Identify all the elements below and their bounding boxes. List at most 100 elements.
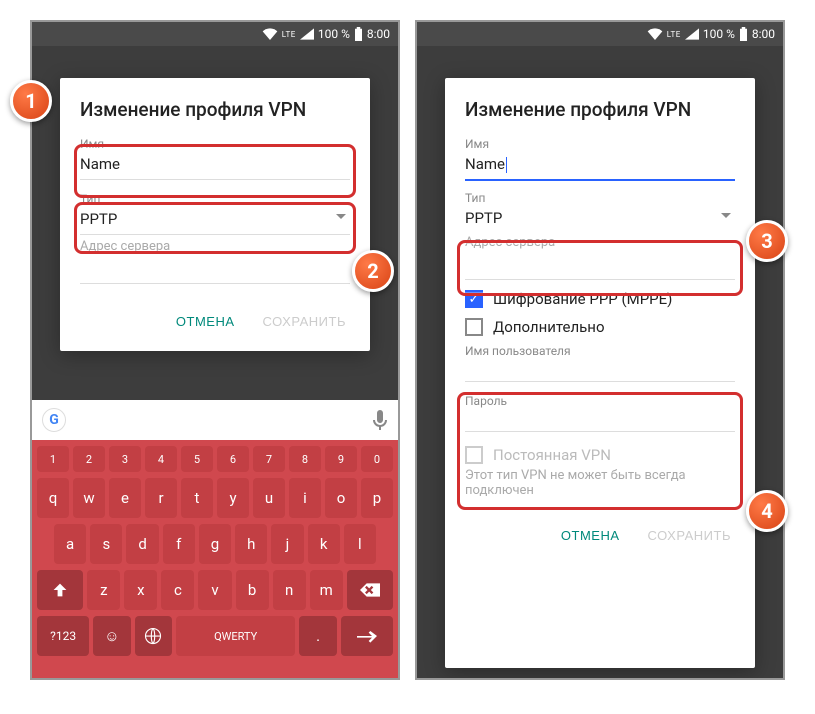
server-underline — [80, 260, 350, 284]
type-dropdown[interactable]: PPTP — [80, 206, 350, 235]
type-dropdown[interactable]: PPTP — [465, 205, 735, 227]
key-g[interactable]: g — [199, 524, 231, 564]
key-v[interactable]: v — [198, 570, 231, 610]
key-h[interactable]: h — [235, 524, 267, 564]
dialog-title: Изменение профиля VPN — [465, 98, 735, 121]
battery-text: 100 % — [703, 27, 735, 41]
phone-right: LTE 100 % 8:00 Изменение профиля VPN Имя… — [415, 20, 785, 680]
key-6[interactable]: 6 — [217, 446, 249, 472]
status-bar: LTE 100 % 8:00 — [417, 22, 783, 46]
globe-key[interactable] — [135, 616, 172, 656]
marker-2: 2 — [352, 250, 394, 292]
keyboard-bottom-row: ?123 ☺ QWERTY . — [32, 613, 398, 659]
key-p[interactable]: p — [361, 478, 393, 518]
name-value: Name — [465, 155, 505, 173]
marker-4: 4 — [746, 490, 788, 532]
battery-text: 100 % — [318, 27, 350, 41]
advanced-checkbox[interactable] — [465, 318, 483, 336]
signal-icon — [685, 28, 699, 40]
key-a[interactable]: a — [54, 524, 86, 564]
type-label: Тип — [465, 191, 735, 205]
key-i[interactable]: i — [289, 478, 321, 518]
server-label[interactable]: Адрес сервера — [465, 231, 735, 256]
dialog-buttons: ОТМЕНА СОХРАНИТЬ — [465, 514, 735, 557]
name-label: Имя — [465, 137, 735, 151]
symbols-key[interactable]: ?123 — [37, 616, 89, 656]
marker-3: 3 — [746, 220, 788, 262]
key-1[interactable]: 1 — [37, 446, 69, 472]
key-3[interactable]: 3 — [109, 446, 141, 472]
cancel-button[interactable]: ОТМЕНА — [172, 308, 239, 335]
clock: 8:00 — [752, 27, 775, 41]
battery-icon — [739, 27, 748, 41]
key-m[interactable]: m — [310, 570, 343, 610]
username-input[interactable] — [465, 358, 735, 382]
mppe-checkbox-row[interactable]: Шифрование PPP (MPPE) — [465, 290, 735, 308]
advanced-checkbox-row[interactable]: Дополнительно — [465, 318, 735, 336]
shift-key[interactable] — [37, 570, 83, 610]
key-l[interactable]: l — [344, 524, 376, 564]
save-button[interactable]: СОХРАНИТЬ — [259, 308, 350, 335]
key-0[interactable]: 0 — [361, 446, 393, 472]
key-x[interactable]: x — [124, 570, 157, 610]
google-icon[interactable]: G — [42, 408, 66, 432]
clock: 8:00 — [367, 27, 390, 41]
key-7[interactable]: 7 — [253, 446, 285, 472]
always-on-row: Постоянная VPN — [465, 446, 735, 464]
signal-icon — [300, 28, 314, 40]
key-q[interactable]: q — [37, 478, 69, 518]
battery-icon — [354, 27, 363, 41]
keyboard[interactable]: G 1234567890 qwertyuiop asdfghjkl zxcvbn… — [32, 400, 398, 678]
dialog-buttons: ОТМЕНА СОХРАНИТЬ — [80, 300, 350, 343]
chevron-down-icon — [721, 213, 731, 218]
chevron-down-icon — [336, 214, 346, 219]
keyboard-number-row: 1234567890 — [32, 440, 398, 475]
key-4[interactable]: 4 — [145, 446, 177, 472]
type-value: PPTP — [80, 210, 117, 228]
name-input[interactable]: Name — [465, 151, 735, 181]
server-label[interactable]: Адрес сервера — [80, 235, 350, 260]
lte-label: LTE — [667, 30, 681, 39]
emoji-key[interactable]: ☺ — [93, 616, 130, 656]
wifi-icon — [647, 28, 663, 40]
space-key[interactable]: QWERTY — [176, 616, 295, 656]
key-y[interactable]: y — [217, 478, 249, 518]
name-input[interactable]: Name — [80, 151, 350, 180]
lte-label: LTE — [282, 30, 296, 39]
status-bar: LTE 100 % 8:00 — [32, 22, 398, 46]
mppe-checkbox[interactable] — [465, 290, 483, 308]
key-o[interactable]: o — [325, 478, 357, 518]
text-cursor — [506, 157, 507, 173]
key-j[interactable]: j — [271, 524, 303, 564]
keyboard-row-1: qwertyuiop — [32, 475, 398, 521]
enter-key[interactable] — [341, 616, 393, 656]
key-z[interactable]: z — [87, 570, 120, 610]
password-input[interactable] — [465, 408, 735, 432]
always-on-checkbox — [465, 446, 483, 464]
mic-icon[interactable] — [372, 410, 388, 430]
cancel-button[interactable]: ОТМЕНА — [557, 522, 624, 549]
name-label: Имя — [80, 137, 350, 151]
key-s[interactable]: s — [90, 524, 122, 564]
key-k[interactable]: k — [308, 524, 340, 564]
username-label: Имя пользователя — [465, 344, 735, 358]
dialog-title: Изменение профиля VPN — [80, 98, 350, 121]
save-button[interactable]: СОХРАНИТЬ — [644, 522, 735, 549]
advanced-label: Дополнительно — [493, 318, 605, 336]
key-w[interactable]: w — [73, 478, 105, 518]
key-8[interactable]: 8 — [289, 446, 321, 472]
key-2[interactable]: 2 — [73, 446, 105, 472]
key-b[interactable]: b — [236, 570, 269, 610]
key-r[interactable]: r — [145, 478, 177, 518]
key-5[interactable]: 5 — [181, 446, 213, 472]
key-f[interactable]: f — [163, 524, 195, 564]
key-u[interactable]: u — [253, 478, 285, 518]
key-c[interactable]: c — [161, 570, 194, 610]
key-e[interactable]: e — [109, 478, 141, 518]
key-t[interactable]: t — [181, 478, 213, 518]
key-d[interactable]: d — [126, 524, 158, 564]
backspace-key[interactable] — [347, 570, 393, 610]
period-key[interactable]: . — [299, 616, 336, 656]
key-n[interactable]: n — [273, 570, 306, 610]
key-9[interactable]: 9 — [325, 446, 357, 472]
